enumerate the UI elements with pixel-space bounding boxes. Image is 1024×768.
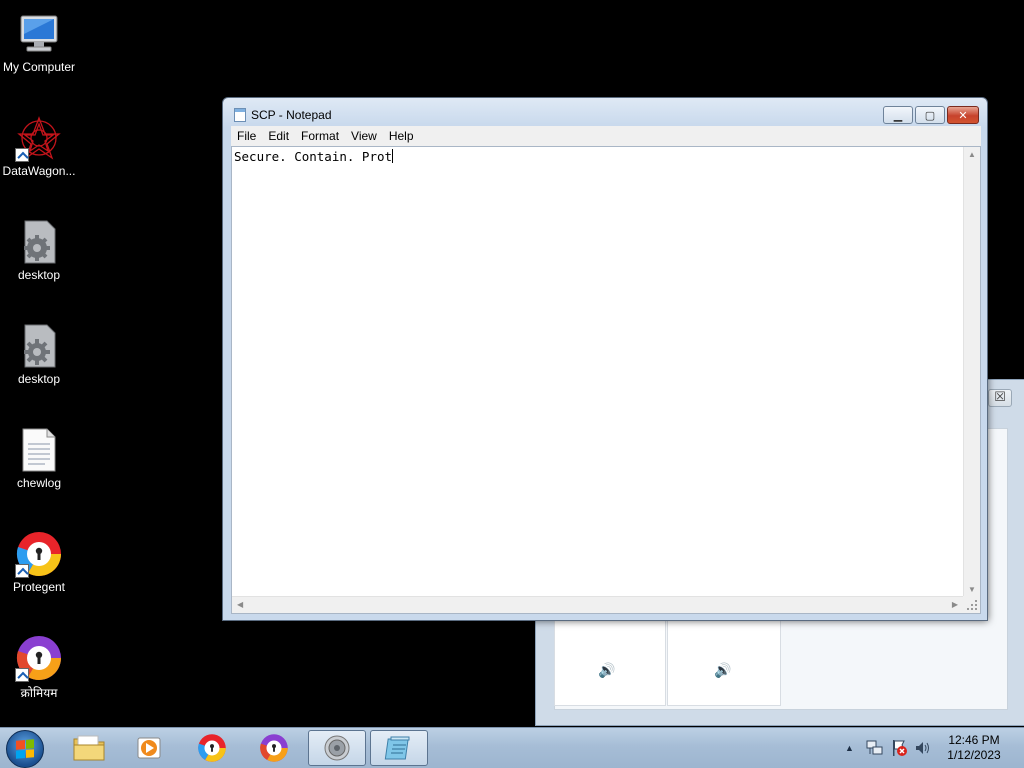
notepad-icon bbox=[234, 108, 246, 122]
close-icon: ✕ bbox=[958, 109, 968, 122]
clock-date: 1/12/2023 bbox=[947, 748, 1001, 762]
desktop-icon-label: Protegent bbox=[12, 580, 66, 594]
close-button[interactable]: ☒ bbox=[988, 389, 1012, 407]
menu-bar: File Edit Format View Help bbox=[231, 126, 981, 146]
taskbar: ▲ 12:46 PM 1/12/2023 bbox=[0, 727, 1024, 768]
action-center-icon bbox=[893, 740, 907, 756]
taskbar-notepad[interactable] bbox=[370, 730, 428, 766]
menu-edit[interactable]: Edit bbox=[262, 129, 295, 143]
gear-file-icon bbox=[15, 322, 63, 370]
scroll-right-arrow-icon[interactable]: ▶ bbox=[952, 600, 958, 609]
chevron-up-icon: ▲ bbox=[845, 743, 854, 753]
folder-icon bbox=[73, 735, 105, 761]
device-panel[interactable] bbox=[667, 616, 781, 706]
menu-view[interactable]: View bbox=[345, 129, 383, 143]
desktop-icon-datawagon[interactable]: DataWagon... bbox=[0, 108, 78, 198]
speaker-icon: 🔊 bbox=[714, 662, 732, 678]
system-clock[interactable]: 12:46 PM 1/12/2023 bbox=[938, 733, 1010, 763]
desktop-icon-label: desktop bbox=[17, 268, 61, 282]
vertical-scrollbar[interactable]: ▲ ▼ bbox=[963, 147, 980, 597]
desktop-icon-protegent[interactable]: Protegent bbox=[0, 524, 78, 614]
editor-text: Secure. Contain. Prot bbox=[234, 149, 394, 164]
scroll-up-arrow-icon[interactable]: ▲ bbox=[968, 150, 976, 159]
network-icon bbox=[866, 740, 883, 755]
desktop-icon-chromium[interactable]: क्रोमियम bbox=[0, 628, 78, 718]
desktop-icon-label: My Computer bbox=[2, 60, 76, 74]
notepad-window[interactable]: SCP - Notepad ▁ ▢ ✕ File Edit Format Vie… bbox=[222, 97, 988, 621]
desktop-icon-label: chewlog bbox=[16, 476, 62, 490]
computer-icon bbox=[15, 10, 63, 58]
maximize-button[interactable]: ▢ bbox=[915, 106, 945, 124]
desktop-icon-desktop-1[interactable]: desktop bbox=[0, 212, 78, 302]
shortcut-arrow-icon bbox=[15, 564, 29, 578]
taskbar-media-player[interactable] bbox=[120, 730, 178, 766]
taskbar-explorer[interactable] bbox=[60, 730, 118, 766]
desktop-icon-my-computer[interactable]: My Computer bbox=[0, 4, 78, 94]
protegent-icon bbox=[15, 530, 63, 578]
desktop-icon-label: desktop bbox=[17, 372, 61, 386]
text-caret bbox=[392, 149, 394, 163]
datawagon-icon bbox=[15, 114, 63, 162]
horizontal-scrollbar[interactable]: ◀ ▶ bbox=[232, 596, 963, 613]
text-editor[interactable]: Secure. Contain. Prot ▲ ▼ ◀ ▶ bbox=[231, 146, 981, 614]
volume-icon bbox=[916, 742, 929, 754]
speaker-icon: 🔊 bbox=[598, 662, 616, 678]
windows-logo-icon bbox=[16, 739, 34, 759]
notepad-icon bbox=[384, 736, 410, 760]
protegent-icon bbox=[198, 734, 226, 762]
speaker-app-icon bbox=[324, 735, 350, 761]
window-title: SCP - Notepad bbox=[251, 108, 332, 122]
clock-time: 12:46 PM bbox=[948, 733, 1000, 747]
shortcut-arrow-icon bbox=[15, 148, 29, 162]
editor-content: Secure. Contain. Prot bbox=[234, 149, 393, 164]
scroll-down-arrow-icon[interactable]: ▼ bbox=[968, 585, 976, 594]
close-button[interactable]: ✕ bbox=[947, 106, 979, 124]
menu-file[interactable]: File bbox=[231, 129, 262, 143]
action-center-tray[interactable] bbox=[890, 728, 908, 768]
minimize-button[interactable]: ▁ bbox=[883, 106, 913, 124]
protegent-purple-icon bbox=[260, 734, 288, 762]
device-panel[interactable] bbox=[554, 616, 666, 706]
scroll-left-arrow-icon[interactable]: ◀ bbox=[237, 600, 243, 609]
maximize-icon: ▢ bbox=[924, 109, 936, 122]
taskbar-protegent[interactable] bbox=[183, 730, 241, 766]
text-file-icon bbox=[15, 426, 63, 474]
taskbar-chromium[interactable] bbox=[245, 730, 303, 766]
resize-grip[interactable] bbox=[963, 596, 980, 613]
menu-help[interactable]: Help bbox=[383, 129, 420, 143]
menu-format[interactable]: Format bbox=[295, 129, 345, 143]
minimize-icon: ▁ bbox=[893, 109, 903, 122]
desktop-icon-label: DataWagon... bbox=[2, 164, 76, 178]
network-tray[interactable] bbox=[866, 728, 884, 768]
desktop-icon-desktop-2[interactable]: desktop bbox=[0, 316, 78, 406]
desktop-icon-label: क्रोमियम bbox=[20, 686, 58, 700]
media-player-icon bbox=[137, 737, 161, 759]
gear-file-icon bbox=[15, 218, 63, 266]
shortcut-arrow-icon bbox=[15, 668, 29, 682]
desktop-icon-chewlog[interactable]: chewlog bbox=[0, 420, 78, 510]
tray-expand-button[interactable]: ▲ bbox=[845, 728, 854, 768]
protegent-purple-icon bbox=[15, 634, 63, 682]
start-button[interactable] bbox=[6, 730, 44, 768]
taskbar-sound-settings[interactable] bbox=[308, 730, 366, 766]
volume-tray[interactable] bbox=[914, 728, 932, 768]
